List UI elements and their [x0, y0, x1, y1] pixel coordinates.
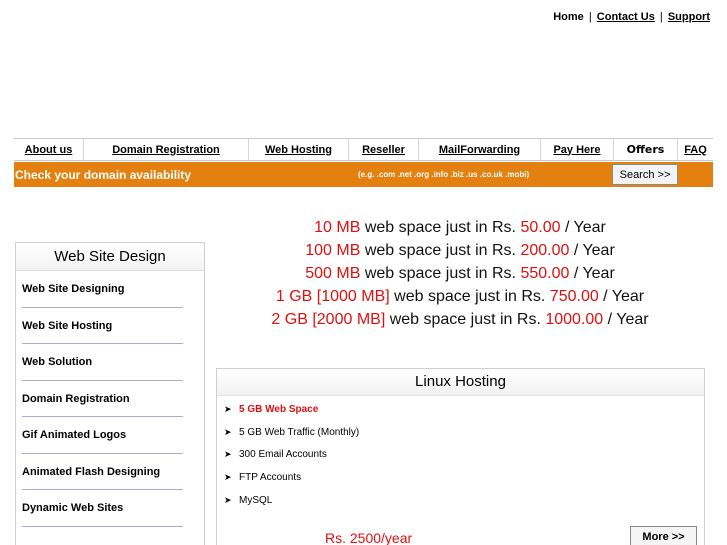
sidebar-item-domain-registration[interactable]: Domain Registration — [16, 381, 204, 418]
offer-price: 50.00 — [520, 219, 561, 236]
nav-faq[interactable]: FAQ — [678, 139, 713, 160]
nav-web-hosting[interactable]: Web Hosting — [249, 139, 349, 160]
list-item: ➤ 5 GB Web Space — [217, 398, 704, 421]
search-button[interactable]: Search >> — [612, 164, 678, 185]
offer-price: 750.00 — [549, 288, 599, 305]
nav-domain-registration[interactable]: Domain Registration — [84, 139, 249, 160]
more-button[interactable]: More >> — [630, 526, 697, 545]
offer-line: 2 GB [2000 MB] web space just in Rs. 100… — [205, 308, 715, 331]
offer-price: 550.00 — [520, 265, 570, 282]
offer-text: web space just in Rs. — [360, 265, 521, 282]
arrow-right-icon: ➤ — [224, 449, 232, 460]
nav-reseller[interactable]: Reseller — [349, 139, 419, 160]
offer-size: 100 MB — [305, 242, 361, 259]
nav-mail-forwarding[interactable]: MailForwarding — [419, 139, 541, 160]
sidebar-item-web-site-hosting[interactable]: Web Site Hosting — [16, 308, 204, 345]
sidebar-item-web-site-designing[interactable]: Web Site Designing — [16, 271, 204, 308]
offer-size: 2 GB [2000 MB] — [271, 311, 386, 328]
offer-text: web space just in Rs. — [360, 219, 521, 236]
nav-pay-here[interactable]: Pay Here — [541, 139, 614, 160]
feature-text: MySQL — [239, 495, 273, 507]
offer-text: web space just in Rs. — [385, 311, 546, 328]
offer-size: 1 GB [1000 MB] — [275, 288, 390, 305]
offer-suffix: / Year — [569, 242, 615, 259]
sidebar-title: Web Site Design — [16, 243, 204, 271]
offer-price: 1000.00 — [545, 311, 604, 328]
domain-check-label: Check your domain availability — [15, 167, 192, 182]
offer-size: 500 MB — [305, 265, 361, 282]
list-item: ➤ MySQL — [217, 489, 704, 512]
separator: | — [588, 11, 592, 23]
feature-list: ➤ 5 GB Web Space ➤ 5 GB Web Traffic (Mon… — [217, 396, 704, 512]
arrow-right-icon: ➤ — [224, 472, 232, 483]
linux-hosting-panel: Linux Hosting ➤ 5 GB Web Space ➤ 5 GB We… — [216, 368, 705, 545]
offer-suffix: / Year — [560, 219, 606, 236]
sidebar-item-web-solution[interactable]: Web Solution — [16, 344, 204, 381]
offer-size: 10 MB — [314, 219, 361, 236]
list-item: ➤ FTP Accounts — [217, 466, 704, 489]
linux-hosting-price: Rs. 2500/year — [325, 530, 413, 545]
feature-text: 5 GB Web Traffic (Monthly) — [239, 426, 360, 438]
offer-line: 1 GB [1000 MB] web space just in Rs. 750… — [205, 285, 715, 308]
support-link[interactable]: Support — [668, 11, 710, 23]
offer-price: 200.00 — [520, 242, 570, 259]
main-navigation: About us Domain Registration Web Hosting… — [14, 138, 713, 161]
offer-line: 100 MB web space just in Rs. 200.00 / Ye… — [205, 239, 715, 262]
web-design-sidebar: Web Site Design Web Site Designing Web S… — [15, 242, 205, 545]
feature-text: 5 GB Web Space — [239, 403, 319, 415]
hosting-offers: 10 MB web space just in Rs. 50.00 / Year… — [205, 216, 715, 331]
top-links: Home | Contact Us | Support — [553, 11, 710, 23]
arrow-right-icon: ➤ — [224, 403, 232, 414]
contact-us-link[interactable]: Contact Us — [597, 11, 655, 23]
feature-text: FTP Accounts — [239, 472, 302, 484]
separator: | — [659, 11, 663, 23]
offer-line: 500 MB web space just in Rs. 550.00 / Ye… — [205, 262, 715, 285]
sidebar-item-dynamic-web-sites[interactable]: Dynamic Web Sites — [16, 490, 204, 527]
arrow-right-icon: ➤ — [224, 426, 232, 437]
offer-suffix: / Year — [569, 265, 615, 282]
offer-suffix: / Year — [598, 288, 645, 305]
feature-text: 300 Email Accounts — [239, 449, 327, 461]
nav-offers[interactable]: Offers — [614, 139, 678, 160]
offer-line: 10 MB web space just in Rs. 50.00 / Year — [205, 216, 715, 239]
offer-text: web space just in Rs. — [360, 242, 521, 259]
list-item: ➤ 5 GB Web Traffic (Monthly) — [217, 421, 704, 444]
linux-hosting-title: Linux Hosting — [217, 369, 704, 396]
domain-extensions-hint: (e.g. .com .net .org .info .biz .us .co.… — [358, 170, 530, 179]
offer-text: web space just in Rs. — [389, 288, 550, 305]
nav-about-us[interactable]: About us — [14, 139, 84, 160]
arrow-right-icon: ➤ — [224, 495, 232, 506]
sidebar-item-gif-animated-logos[interactable]: Gif Animated Logos — [16, 417, 204, 454]
domain-search-bar: Check your domain availability (e.g. .co… — [14, 162, 713, 187]
offer-suffix: / Year — [603, 311, 649, 328]
list-item: ➤ 300 Email Accounts — [217, 444, 704, 467]
home-link[interactable]: Home — [553, 11, 584, 23]
sidebar-item-animated-flash-designing[interactable]: Animated Flash Designing — [16, 454, 204, 491]
